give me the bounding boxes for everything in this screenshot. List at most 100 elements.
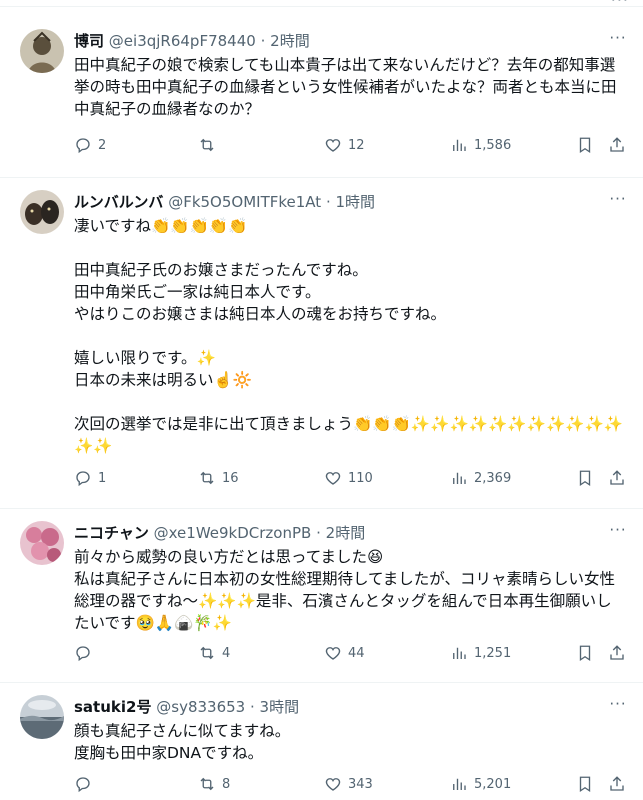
tweet[interactable]: satuki2号 @sy833653 · 3時間 ··· 顔も真紀子さんに似てま… xyxy=(0,683,643,800)
reply-button[interactable]: 2 xyxy=(74,136,106,154)
avatar[interactable] xyxy=(20,29,64,73)
views-button[interactable]: 1,251 xyxy=(450,644,511,662)
user-handle[interactable]: @sy833653 xyxy=(156,698,245,716)
retweet-button[interactable]: 16 xyxy=(198,469,239,487)
retweet-icon xyxy=(200,471,214,485)
display-name[interactable]: ルンバルンバ xyxy=(74,193,163,211)
views-button[interactable]: 2,369 xyxy=(450,469,511,487)
display-name[interactable]: ニコチャン xyxy=(74,524,149,542)
bookmark-icon xyxy=(579,776,591,793)
retweet-count: 16 xyxy=(222,470,239,486)
like-count: 44 xyxy=(348,645,365,661)
display-name[interactable]: satuki2号 xyxy=(74,698,151,716)
like-icon xyxy=(325,778,341,791)
display-name[interactable]: 博司 xyxy=(74,32,104,50)
action-bar: 2 12 1,586 xyxy=(74,135,629,155)
reply-icon xyxy=(76,138,90,154)
retweet-count: 4 xyxy=(222,645,231,661)
bookmark-button[interactable] xyxy=(576,469,594,487)
reply-button[interactable] xyxy=(74,644,98,662)
like-button[interactable]: 12 xyxy=(324,136,365,154)
tweet-text: 凄いですね👏👏👏👏👏 田中真紀子氏のお嬢さまだったんですね。 田中角栄氏ご一家は… xyxy=(74,217,624,455)
tweet[interactable]: ニコチャン @xe1We9kDCrzonPB · 2時間 ··· 前々から威勢の… xyxy=(0,509,643,683)
avatar[interactable] xyxy=(20,521,64,565)
share-button[interactable] xyxy=(608,775,626,793)
action-bar: 8 343 5,201 xyxy=(74,774,629,794)
like-icon xyxy=(325,647,341,660)
action-bar: 4 44 1,251 xyxy=(74,643,629,663)
view-count: 1,251 xyxy=(474,645,512,661)
retweet-button[interactable] xyxy=(198,136,222,154)
tweet-text: 前々から威勢の良い方だとは思ってました😆 私は真紀子さんに日本初の女性総理期待し… xyxy=(74,548,615,632)
retweet-count: 8 xyxy=(222,776,231,792)
more-icon[interactable]: ··· xyxy=(607,190,629,212)
action-bar: 1 16 110 2,369 xyxy=(74,468,629,488)
avatar[interactable] xyxy=(20,190,64,234)
bookmark-icon xyxy=(579,470,591,487)
views-button[interactable]: 1,586 xyxy=(450,136,511,154)
bookmark-icon xyxy=(579,137,591,154)
like-icon xyxy=(325,472,341,485)
previous-tweet-edge xyxy=(0,0,643,7)
views-icon xyxy=(453,647,466,659)
view-count: 2,369 xyxy=(474,470,512,486)
share-icon xyxy=(610,470,624,485)
share-button[interactable] xyxy=(608,136,626,154)
reply-button[interactable]: 1 xyxy=(74,469,106,487)
user-handle[interactable]: @xe1We9kDCrzonPB xyxy=(154,524,312,542)
share-button[interactable] xyxy=(608,644,626,662)
timestamp[interactable]: 3時間 xyxy=(260,698,300,716)
separator-dot: · xyxy=(316,524,321,542)
reply-count: 1 xyxy=(98,470,107,486)
separator-dot: · xyxy=(249,698,255,716)
tweet-header: 博司 @ei3qjR64pF78440 · 2時間 xyxy=(74,30,593,52)
timestamp[interactable]: 2時間 xyxy=(270,32,310,50)
tweet[interactable]: ルンバルンバ @Fk5O5OMITFke1At · 1時間 ··· 凄いですね👏… xyxy=(0,178,643,509)
reply-count: 2 xyxy=(98,137,107,153)
bookmark-button[interactable] xyxy=(576,136,594,154)
like-button[interactable]: 110 xyxy=(324,469,373,487)
views-icon xyxy=(453,778,466,790)
like-count: 12 xyxy=(348,137,365,153)
share-button[interactable] xyxy=(608,469,626,487)
reply-icon xyxy=(76,471,90,487)
timestamp[interactable]: 1時間 xyxy=(336,193,376,211)
tweet-header: satuki2号 @sy833653 · 3時間 xyxy=(74,696,593,718)
views-icon xyxy=(453,472,466,484)
more-icon[interactable]: ··· xyxy=(611,0,629,9)
bookmark-icon xyxy=(579,645,591,662)
bookmark-button[interactable] xyxy=(576,775,594,793)
timestamp[interactable]: 2時間 xyxy=(326,524,366,542)
like-icon xyxy=(325,139,341,152)
views-button[interactable]: 5,201 xyxy=(450,775,511,793)
like-count: 343 xyxy=(348,776,373,792)
share-icon xyxy=(610,776,624,791)
user-handle[interactable]: @ei3qjR64pF78440 xyxy=(109,32,256,50)
tweet-text: 田中真紀子の娘で検索しても山本貴子は出て来ないんだけど？去年の都知事選挙の時も田… xyxy=(74,56,617,118)
reply-icon xyxy=(76,777,90,793)
more-icon[interactable]: ··· xyxy=(607,29,629,51)
separator-dot: · xyxy=(325,193,331,211)
separator-dot: · xyxy=(260,32,266,50)
retweet-icon xyxy=(200,646,214,660)
retweet-button[interactable]: 4 xyxy=(198,644,230,662)
reply-button[interactable] xyxy=(74,775,98,793)
tweet-header: ルンバルンバ @Fk5O5OMITFke1At · 1時間 xyxy=(74,191,593,213)
tweet[interactable]: 博司 @ei3qjR64pF78440 · 2時間 ··· 田中真紀子の娘で検索… xyxy=(0,17,643,178)
reply-icon xyxy=(76,646,90,662)
like-button[interactable]: 343 xyxy=(324,775,373,793)
more-icon[interactable]: ··· xyxy=(607,521,629,543)
more-icon[interactable]: ··· xyxy=(607,695,629,717)
tweet-header: ニコチャン @xe1We9kDCrzonPB · 2時間 xyxy=(74,522,593,544)
view-count: 1,586 xyxy=(474,137,512,153)
retweet-icon xyxy=(200,777,214,791)
bookmark-button[interactable] xyxy=(576,644,594,662)
share-icon xyxy=(610,137,624,152)
views-icon xyxy=(453,139,466,151)
avatar[interactable] xyxy=(20,695,64,739)
user-handle[interactable]: @Fk5O5OMITFke1At xyxy=(168,193,321,211)
like-count: 110 xyxy=(348,470,373,486)
share-icon xyxy=(610,645,624,660)
retweet-button[interactable]: 8 xyxy=(198,775,230,793)
like-button[interactable]: 44 xyxy=(324,644,365,662)
